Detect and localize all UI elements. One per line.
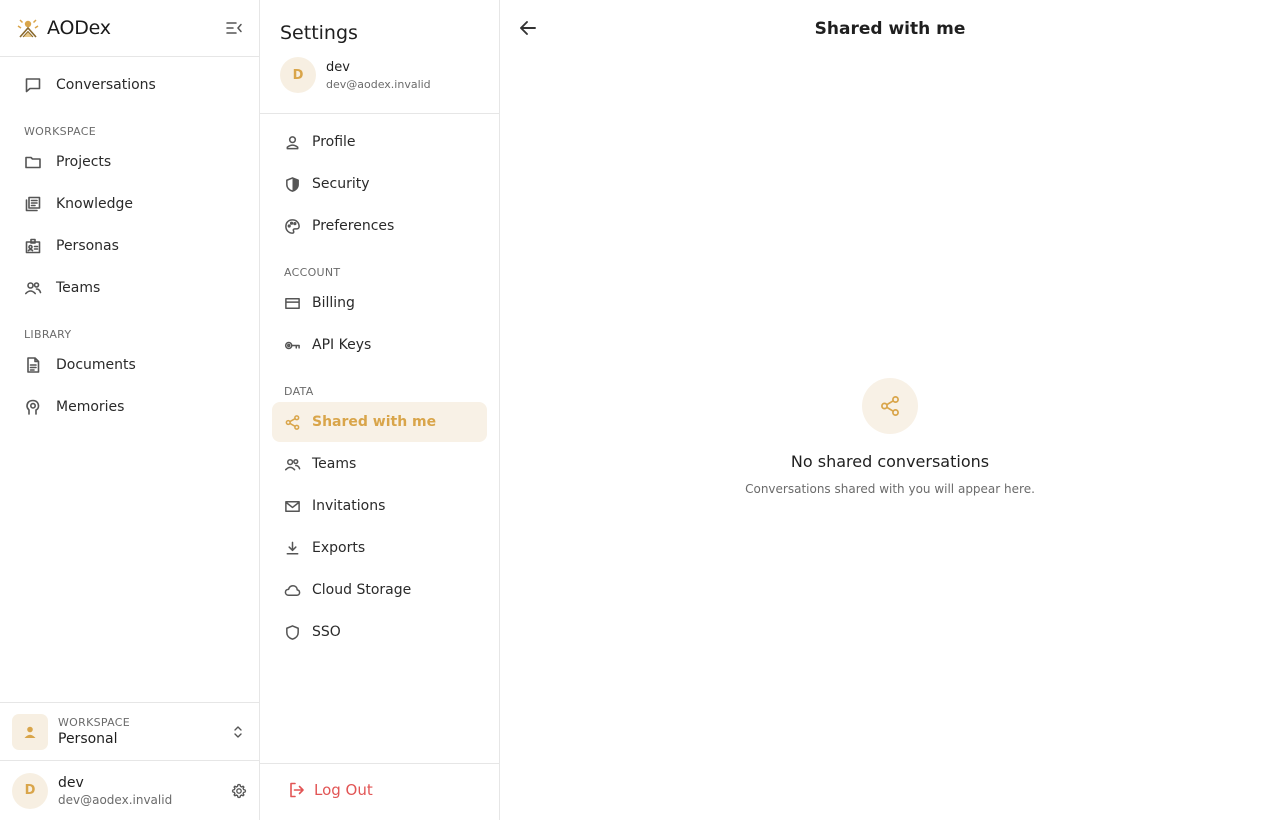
key-icon [284,341,300,349]
sidebar-user: D dev dev@aodex.invalid [0,760,259,820]
nav-label: Documents [56,357,136,373]
user-email: dev@aodex.invalid [58,792,173,807]
logout-icon [290,782,304,798]
empty-state-icon-badge [862,378,918,434]
nav-label: Memories [56,399,125,415]
empty-state-subtitle: Conversations shared with you will appea… [745,482,1035,496]
settings-item-label: Preferences [312,218,395,234]
nav-knowledge[interactable]: Knowledge [12,186,248,222]
settings-item-label: Exports [312,540,366,556]
settings-panel: Settings D dev dev@aodex.invalid Profile… [260,0,500,820]
empty-state-title: No shared conversations [790,452,990,471]
settings-item-label: Cloud Storage [312,582,412,598]
settings-item-cloud-storage[interactable]: Cloud Storage [272,570,487,610]
section-account: ACCOUNT [284,266,341,279]
chat-bubble-icon [25,78,41,93]
app-sidebar: AODex Conversations WORKSPACE Projects K… [0,0,260,820]
nav-label: Conversations [56,77,156,93]
people-icon [25,282,42,295]
chevron-up-down-icon [234,725,242,738]
settings-item-billing[interactable]: Billing [272,283,487,323]
brain-icon [26,399,40,415]
user-name: dev [58,774,84,791]
settings-item-label: Shared with me [312,414,437,430]
settings-item-teams[interactable]: Teams [272,444,487,484]
nav-memories[interactable]: Memories [12,389,248,425]
workspace-text: WORKSPACE Personal [58,716,130,747]
settings-item-profile[interactable]: Profile [272,122,487,162]
brand-header: AODex [0,0,259,57]
logout-area: Log Out [260,763,499,820]
settings-item-label: SSO [312,624,341,640]
settings-item-invitations[interactable]: Invitations [272,486,487,526]
settings-item-shared-with-me[interactable]: Shared with me [272,402,487,442]
user-text: dev dev@aodex.invalid [326,60,431,91]
settings-item-label: Teams [312,456,357,472]
collapse-sidebar-icon[interactable] [225,19,243,37]
settings-item-label: API Keys [312,337,372,353]
aodex-logo-icon [17,19,39,38]
settings-item-preferences[interactable]: Preferences [272,206,487,246]
share-icon [881,396,899,416]
logout-button[interactable]: Log Out [288,781,373,799]
page-title: Shared with me [814,19,966,39]
settings-user: D dev dev@aodex.invalid [280,57,431,93]
section-data: DATA [284,385,314,398]
mail-icon [285,500,300,512]
avatar: D [280,57,316,93]
nav-label: Personas [56,238,119,254]
user-name: dev [326,59,350,75]
settings-item-label: Profile [312,134,356,150]
nav-personas[interactable]: Personas [12,228,248,264]
avatar: D [12,772,48,809]
download-icon [286,541,299,554]
cloud-icon [284,584,301,596]
credit-card-icon [285,297,300,309]
workspace-caption: WORKSPACE [58,716,130,729]
settings-item-label: Security [312,176,370,192]
settings-item-api-keys[interactable]: API Keys [272,325,487,365]
nav-label: Teams [56,280,101,296]
settings-title: Settings [280,22,358,44]
folder-icon [25,156,41,169]
section-library: LIBRARY [24,328,72,341]
divider [260,113,500,114]
section-workspace: WORKSPACE [24,125,96,138]
workspace-name: Personal [58,731,118,747]
id-badge-icon [25,238,41,254]
settings-item-security[interactable]: Security [272,164,487,204]
workspace-switcher[interactable]: WORKSPACE Personal [0,702,259,760]
nav-teams[interactable]: Teams [12,270,248,306]
logout-label: Log Out [314,781,373,799]
settings-item-sso[interactable]: SSO [272,612,487,652]
settings-item-label: Invitations [312,498,386,514]
person-icon [24,726,36,738]
app-name: AODex [47,17,111,39]
palette-icon [285,218,300,234]
people-icon [284,458,301,470]
nav-conversations[interactable]: Conversations [12,67,248,103]
document-icon [27,357,40,373]
nav-documents[interactable]: Documents [12,347,248,383]
settings-item-label: Billing [312,295,355,311]
library-icon [25,196,41,212]
shield-half-icon [286,176,299,192]
nav-label: Knowledge [56,196,133,212]
nav-label: Projects [56,154,112,170]
main-content: Shared with me No shared conversations C… [500,0,1280,820]
user-text: dev dev@aodex.invalid [58,775,172,807]
user-email: dev@aodex.invalid [326,77,431,91]
person-icon [286,135,299,149]
workspace-avatar [12,713,48,750]
settings-item-exports[interactable]: Exports [272,528,487,568]
share-icon [285,414,300,430]
nav-projects[interactable]: Projects [12,144,248,180]
gear-icon[interactable] [231,783,247,799]
shield-icon [286,624,299,640]
